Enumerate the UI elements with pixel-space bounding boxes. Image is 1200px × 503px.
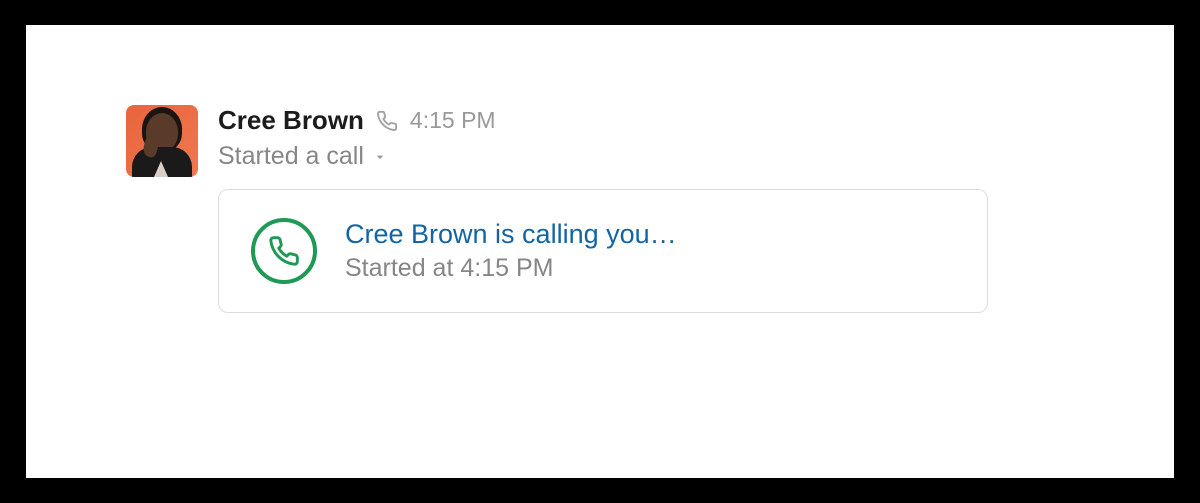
avatar[interactable]: [126, 105, 198, 177]
chevron-down-icon: [372, 149, 388, 165]
phone-icon: [376, 110, 398, 132]
message-row: Cree Brown 4:15 PM Started a call: [126, 105, 1074, 313]
username[interactable]: Cree Brown: [218, 105, 364, 136]
call-card[interactable]: Cree Brown is calling you… Started at 4:…: [218, 189, 988, 313]
timestamp: 4:15 PM: [410, 107, 496, 134]
call-title[interactable]: Cree Brown is calling you…: [345, 219, 677, 250]
call-ring-icon: [251, 218, 317, 284]
message-header: Cree Brown 4:15 PM: [218, 105, 1074, 136]
call-subtitle: Started at 4:15 PM: [345, 254, 677, 283]
message-content: Cree Brown 4:15 PM Started a call: [218, 105, 1074, 313]
action-line[interactable]: Started a call: [218, 142, 1074, 171]
chat-window: Cree Brown 4:15 PM Started a call: [26, 25, 1174, 478]
action-text: Started a call: [218, 142, 364, 171]
call-text: Cree Brown is calling you… Started at 4:…: [345, 219, 677, 283]
